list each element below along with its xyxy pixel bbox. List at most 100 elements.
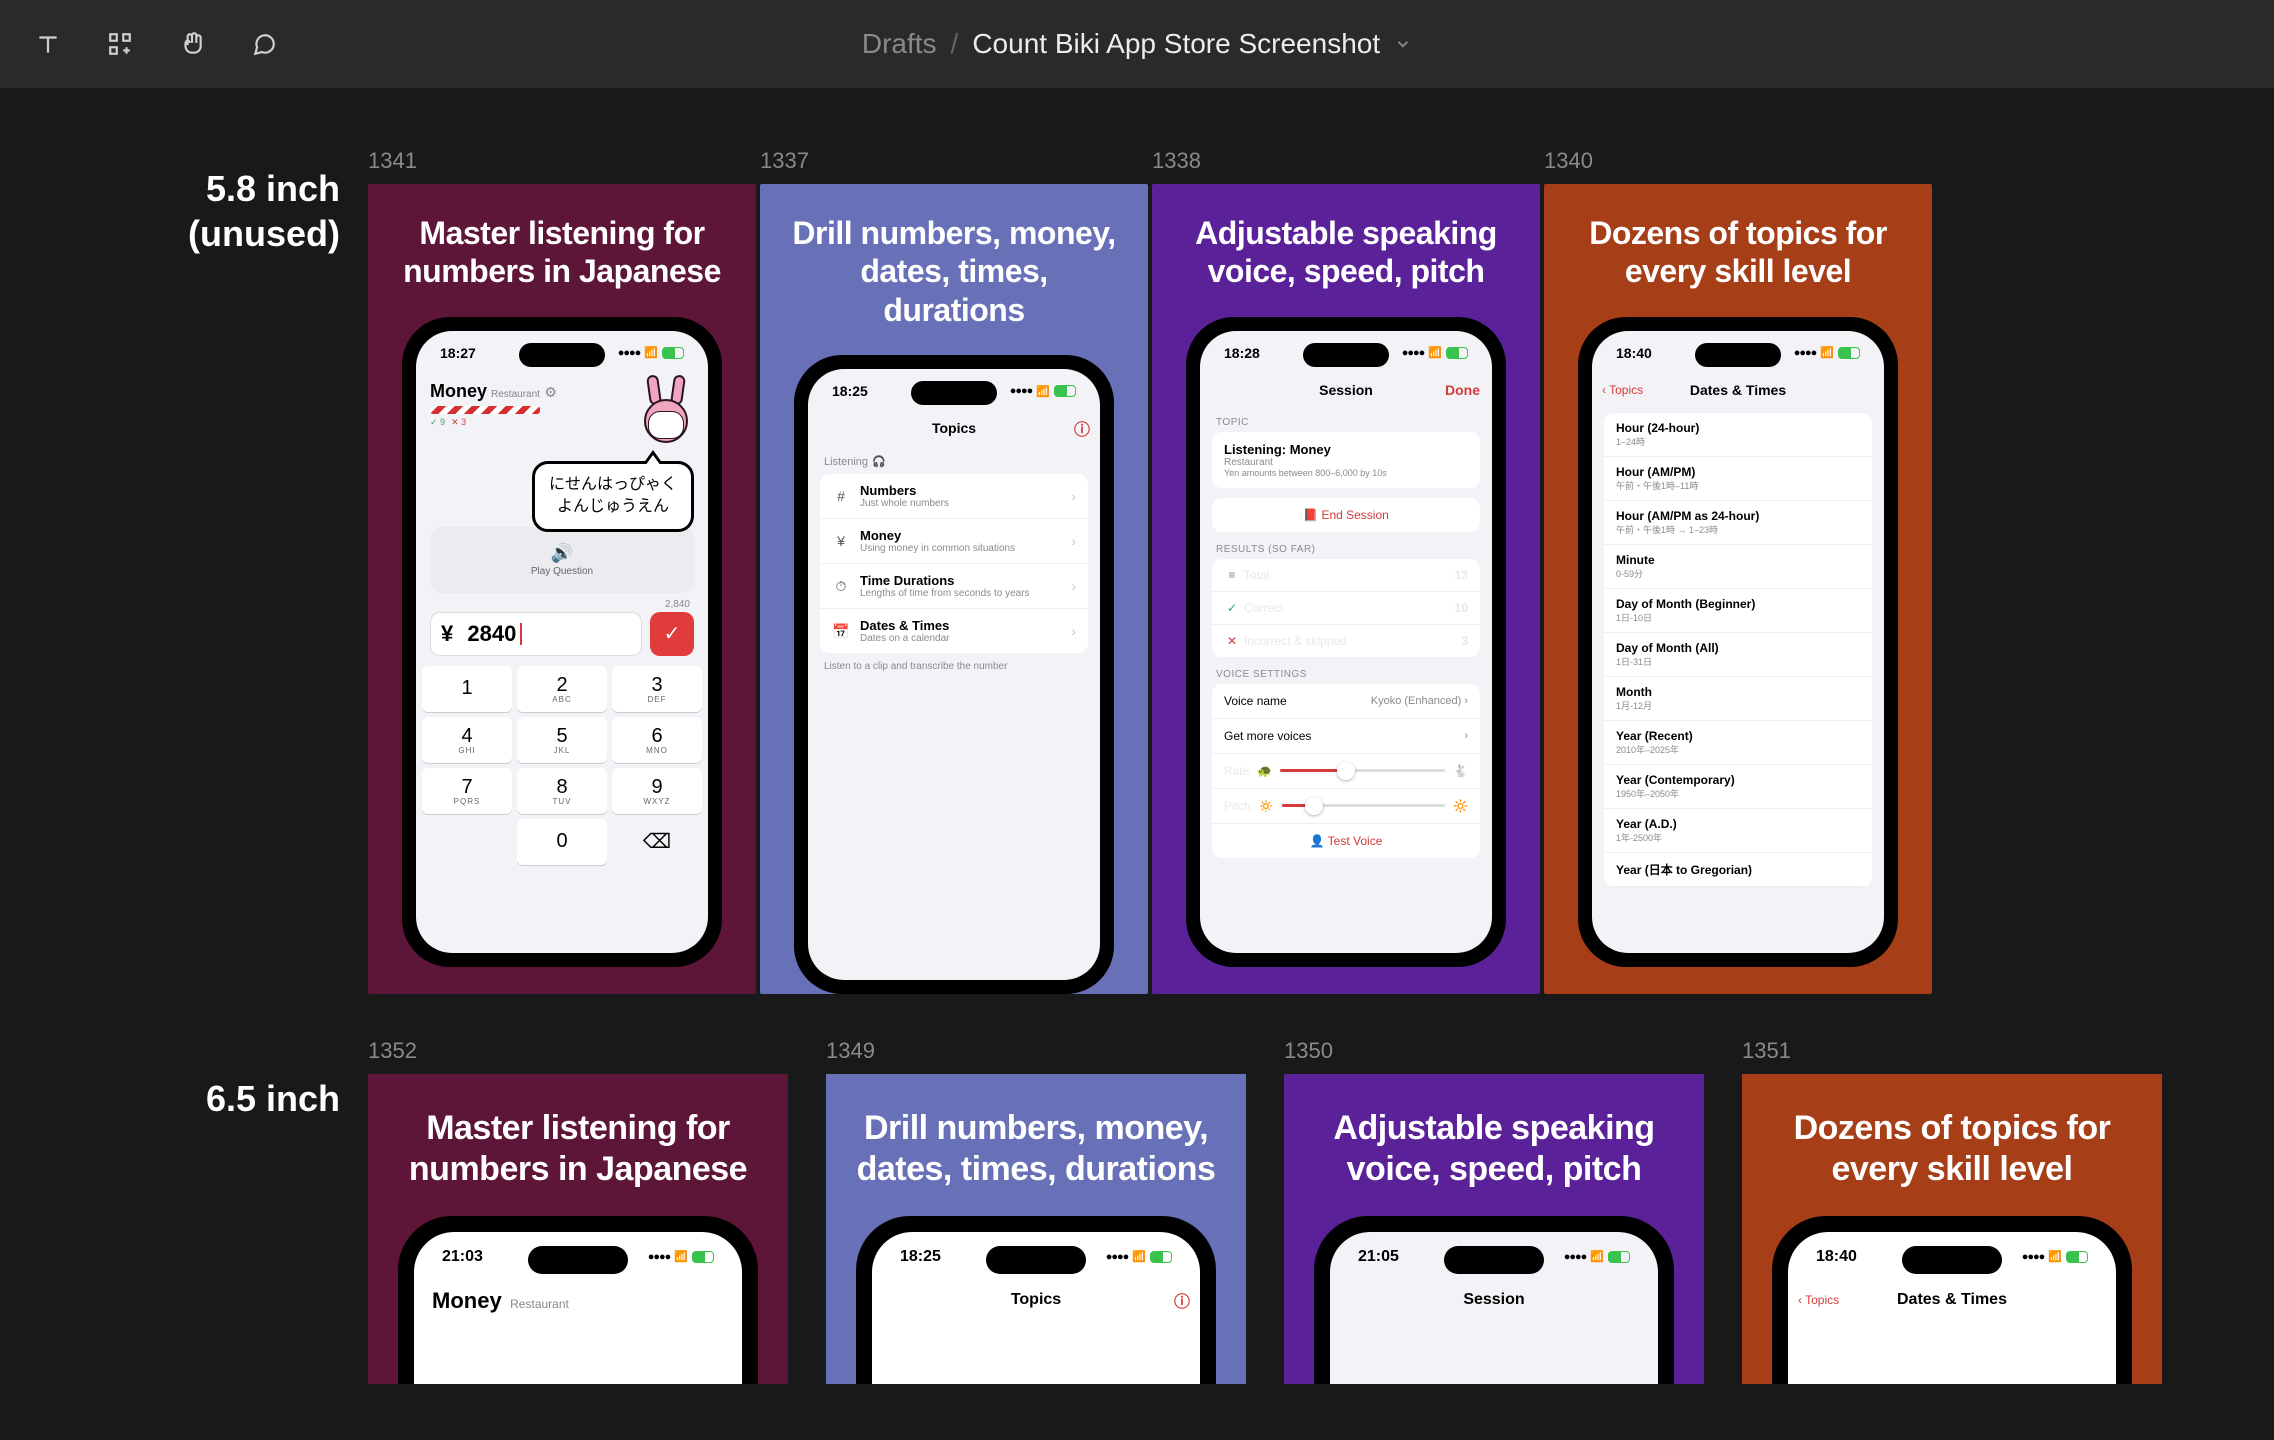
breadcrumb-separator: / xyxy=(951,28,959,60)
key-1[interactable]: 1 xyxy=(422,666,512,712)
list-item[interactable]: Month1月-12月 xyxy=(1604,677,1872,721)
frame-1337[interactable]: 1337 Drill numbers, money, dates, times,… xyxy=(760,148,1148,994)
answer-display: 2,840 xyxy=(434,599,690,610)
key-4[interactable]: 4GHI xyxy=(422,717,512,763)
clock: 21:05 xyxy=(1358,1248,1399,1266)
pitch-slider[interactable]: Pitch 🔅 🔆 xyxy=(1212,789,1480,824)
nav-title: Session xyxy=(1319,382,1373,398)
info-icon[interactable]: ⓘ xyxy=(1174,1288,1190,1312)
component-tool-icon[interactable] xyxy=(96,20,144,68)
voice-name-row[interactable]: Voice nameKyoko (Enhanced) › xyxy=(1212,684,1480,719)
dynamic-island xyxy=(1444,1246,1544,1274)
chevron-down-icon[interactable] xyxy=(1394,35,1412,53)
section-label-65inch: 6.5 inch xyxy=(120,1076,340,1121)
key-delete[interactable]: ⌫ xyxy=(612,819,702,865)
key-9[interactable]: 9WXYZ xyxy=(612,768,702,814)
shot-title: Drill numbers, money, dates, times, dura… xyxy=(826,1074,1246,1216)
frame-1349[interactable]: 1349 Drill numbers, money, dates, times,… xyxy=(826,1038,875,1074)
dynamic-island xyxy=(1303,343,1389,367)
rate-slider[interactable]: Rate 🐢 🐇 xyxy=(1212,754,1480,789)
info-icon[interactable]: ⓘ xyxy=(1074,416,1090,440)
list-item[interactable]: Year (日本 to Gregorian) xyxy=(1604,853,1872,887)
comment-tool-icon[interactable] xyxy=(240,20,288,68)
nav-title: Session xyxy=(1463,1291,1524,1309)
timer-icon: ⏱ xyxy=(832,578,850,595)
frame-1340[interactable]: 1340 Dozens of topics for every skill le… xyxy=(1544,148,1932,994)
get-more-voices-row[interactable]: Get more voices› xyxy=(1212,719,1480,754)
list-item[interactable]: Year (Contemporary)1950年–2050年 xyxy=(1604,765,1872,809)
correct-count: ✓ 9 xyxy=(430,417,445,428)
key-2[interactable]: 2ABC xyxy=(517,666,607,712)
key-5[interactable]: 5JKL xyxy=(517,717,607,763)
result-row: ✓Correct10 xyxy=(1212,592,1480,625)
phone-mockup: 18:25 ●●●● 📶 Topics ⓘ Listening 🎧 # Numb… xyxy=(794,355,1114,994)
design-canvas[interactable]: 5.8 inch (unused) 1341 Master listening … xyxy=(0,88,2274,1440)
key-8[interactable]: 8TUV xyxy=(517,768,607,814)
back-button[interactable]: ‹ Topics xyxy=(1602,383,1643,397)
gear-icon[interactable]: ⚙ xyxy=(544,384,557,400)
frame-id: 1340 xyxy=(1544,148,1932,174)
voice-settings: Voice nameKyoko (Enhanced) › Get more vo… xyxy=(1212,684,1480,858)
frame-id: 1349 xyxy=(826,1038,875,1064)
list-item[interactable]: Day of Month (All)1日-31日 xyxy=(1604,633,1872,677)
list-item[interactable]: Year (Recent)2010年–2025年 xyxy=(1604,721,1872,765)
clock: 18:25 xyxy=(900,1248,941,1266)
shot-title: Dozens of topics for every skill level xyxy=(1742,1074,2162,1216)
yen-icon: ¥ xyxy=(832,533,850,549)
clock: 18:28 xyxy=(1224,345,1260,361)
hash-icon: # xyxy=(832,488,850,504)
text-tool-icon[interactable] xyxy=(24,20,72,68)
frame-1338[interactable]: 1338 Adjustable speaking voice, speed, p… xyxy=(1152,148,1540,994)
breadcrumb[interactable]: Drafts / Count Biki App Store Screenshot xyxy=(862,28,1412,60)
play-question-button[interactable]: 🔊 Play Question xyxy=(430,527,694,593)
frame-1352[interactable]: 1352 Master listening for numbers in Jap… xyxy=(368,1038,417,1074)
clock: 18:27 xyxy=(440,345,476,361)
section-header: VOICE SETTINGS xyxy=(1200,657,1492,684)
frame-1350[interactable]: 1350 Adjustable speaking voice, speed, p… xyxy=(1284,1038,1333,1074)
nav-bar: Session Done xyxy=(1200,375,1492,405)
nav-title: Topics xyxy=(1011,1291,1061,1309)
back-button[interactable]: ‹ Topics xyxy=(1798,1293,1839,1307)
list-item[interactable]: ⏱ Time DurationsLengths of time from sec… xyxy=(820,564,1088,609)
dynamic-island xyxy=(911,381,997,405)
topic-title: Money xyxy=(432,1288,502,1313)
nav-bar: Topics ⓘ xyxy=(872,1282,1200,1318)
breadcrumb-title[interactable]: Count Biki App Store Screenshot xyxy=(972,28,1380,60)
nav-title: Topics xyxy=(932,420,976,436)
frame-1351[interactable]: 1351 Dozens of topics for every skill le… xyxy=(1742,1038,1791,1074)
list-item[interactable]: ¥ MoneyUsing money in common situations … xyxy=(820,519,1088,564)
list-item[interactable]: Hour (AM/PM as 24-hour)午前・午後1時 → 1–23時 xyxy=(1604,501,1872,545)
phone-mockup: 18:40 ●●●● 📶 ‹ Topics Dates & Times xyxy=(1772,1216,2132,1384)
section-header: RESULTS (SO FAR) xyxy=(1200,532,1492,559)
list-item[interactable]: Hour (AM/PM)午前・午後1時–11時 xyxy=(1604,457,1872,501)
results-list: ≡Total13 ✓Correct10 ✕Incorrect & skipped… xyxy=(1212,559,1480,657)
frame-id: 1341 xyxy=(368,148,756,174)
dynamic-island xyxy=(519,343,605,367)
frame-id: 1337 xyxy=(760,148,1148,174)
list-item[interactable]: Hour (24-hour)1–24時 xyxy=(1604,413,1872,457)
done-button[interactable]: Done xyxy=(1445,382,1480,398)
hand-tool-icon[interactable] xyxy=(168,20,216,68)
frame-1341[interactable]: 1341 Master listening for numbers in Jap… xyxy=(368,148,756,994)
key-3[interactable]: 3DEF xyxy=(612,666,702,712)
list-item[interactable]: Minute0-59分 xyxy=(1604,545,1872,589)
breadcrumb-parent[interactable]: Drafts xyxy=(862,28,937,60)
answer-input[interactable]: ¥ 2840 xyxy=(430,612,642,656)
end-session-button[interactable]: 📕 End Session xyxy=(1212,498,1480,532)
nav-title: Dates & Times xyxy=(1690,382,1786,398)
clock: 18:40 xyxy=(1616,345,1652,361)
frame-id: 1350 xyxy=(1284,1038,1333,1064)
key-7[interactable]: 7PQRS xyxy=(422,768,512,814)
list-item[interactable]: 📅 Dates & TimesDates on a calendar › xyxy=(820,609,1088,653)
test-voice-button[interactable]: 👤 Test Voice xyxy=(1212,824,1480,858)
key-0[interactable]: 0 xyxy=(517,819,607,865)
submit-button[interactable]: ✓ xyxy=(650,612,694,656)
key-6[interactable]: 6MNO xyxy=(612,717,702,763)
nav-bar: ‹ Topics Dates & Times xyxy=(1788,1282,2116,1318)
incorrect-count: ✕ 3 xyxy=(451,417,466,428)
list-item[interactable]: # NumbersJust whole numbers › xyxy=(820,474,1088,519)
phone-mockup: 18:27 ●●●● 📶 MoneyRestaurant ⚙ ✓ 9 ✕ 3 xyxy=(402,317,722,967)
list-item[interactable]: Year (A.D.)1年-2500年 xyxy=(1604,809,1872,853)
list-item[interactable]: Day of Month (Beginner)1日-10日 xyxy=(1604,589,1872,633)
section-header: TOPIC xyxy=(1200,405,1492,432)
